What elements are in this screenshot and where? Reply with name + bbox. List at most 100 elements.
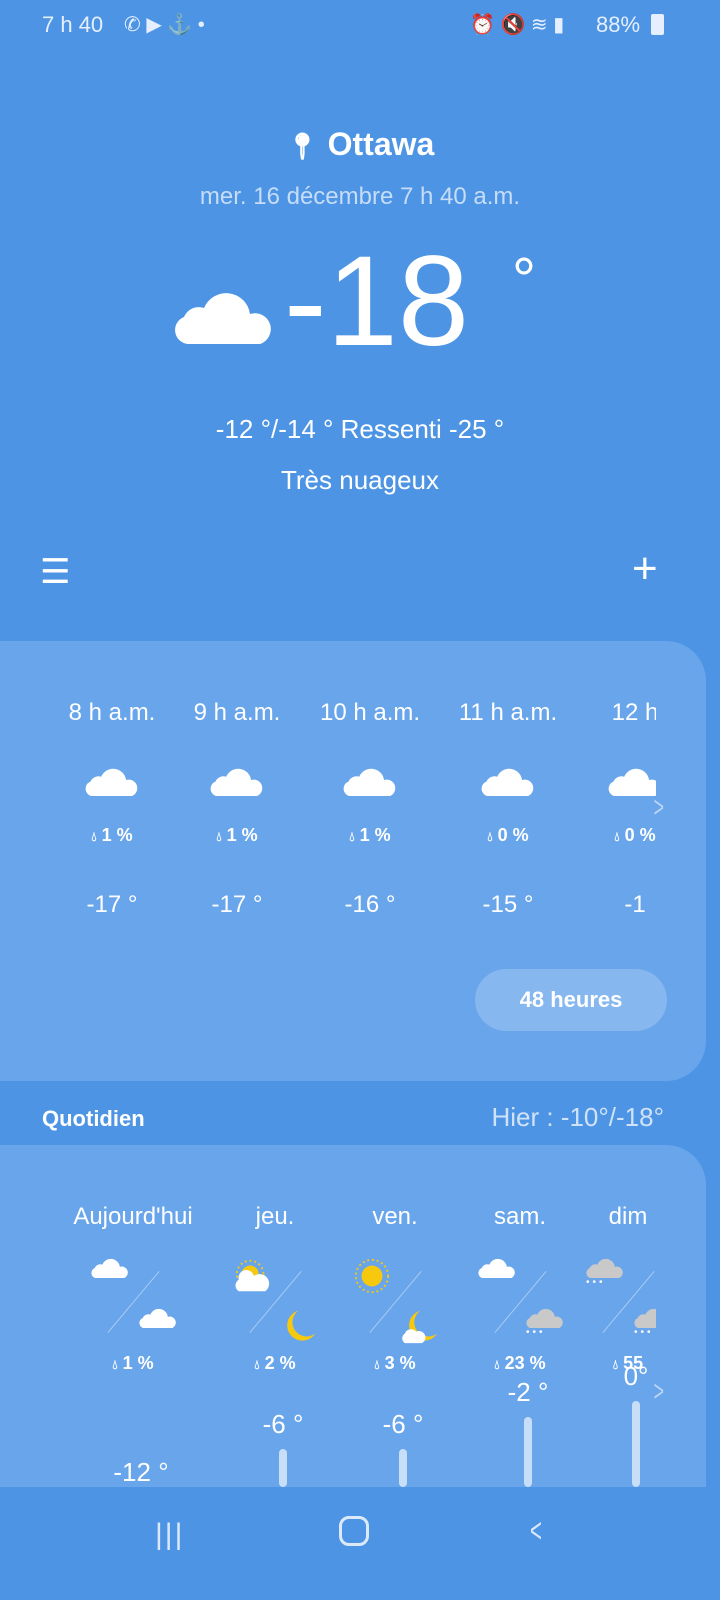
temp-bar: [279, 1449, 287, 1487]
cloud-icon: [481, 766, 535, 796]
day-icon: •••: [586, 1257, 624, 1288]
snow-icon: •••: [526, 1307, 564, 1338]
cloud-icon: [478, 1257, 516, 1278]
battery-level: 88%: [596, 12, 641, 37]
notification-icons: ✆ ▶ ⚓ •: [124, 14, 205, 36]
home-button[interactable]: [339, 1516, 369, 1546]
night-icon: [401, 1307, 439, 1350]
cloud-icon: [343, 766, 397, 796]
day-icon: [91, 1257, 129, 1283]
night-icon: [139, 1307, 177, 1333]
cloud-icon: [608, 766, 656, 796]
date-time: mer. 16 décembre 7 h 40 a.m.: [199, 183, 521, 210]
system-icons: ⏰ 🔇 ≋ ▮: [470, 14, 565, 36]
chevron-right-icon[interactable]: >: [654, 791, 665, 825]
drop-icon: 💧︎: [216, 829, 222, 844]
chevron-right-icon[interactable]: >: [654, 1375, 665, 1409]
day-icon: [353, 1257, 391, 1300]
hourly-icon: [172, 766, 302, 801]
menu-icon[interactable]: ☰: [40, 552, 70, 592]
sun-icon: [354, 1258, 390, 1294]
hourly-icon: [47, 766, 177, 801]
day-icon: [233, 1257, 271, 1300]
condition: Très nuageux: [280, 465, 440, 495]
48-hours-button[interactable]: 48 heures: [475, 969, 667, 1031]
status-time: 7 h 40: [42, 12, 104, 37]
hourly-temp: -17 °: [211, 891, 263, 918]
plus-icon[interactable]: +: [632, 544, 658, 594]
cloud-icon: [174, 288, 274, 344]
hourly-time: 12 h: [611, 699, 656, 726]
hourly-temp: -16 °: [344, 891, 396, 918]
partly-sunny-icon: [235, 1259, 270, 1292]
hourly-time: 10 h a.m.: [319, 699, 421, 726]
hourly-precip: 💧︎ 1 %: [305, 825, 435, 846]
hourly-precip: 💧︎ 1 %: [172, 825, 302, 846]
yesterday-temps: Hier : -10°/-18°: [491, 1102, 664, 1132]
daily-precip: 💧︎ 3 %: [325, 1353, 465, 1374]
snow-icon: •••: [586, 1257, 624, 1288]
drop-icon: 💧︎: [614, 829, 620, 844]
night-icon: [281, 1307, 319, 1350]
daily-high: -6 °: [262, 1409, 304, 1439]
location[interactable]: 📍︎ Ottawa: [0, 126, 720, 163]
location-pin-icon: 📍︎: [285, 131, 319, 161]
cloud-icon: [139, 1307, 177, 1328]
daily-high: -12 °: [113, 1457, 169, 1487]
drop-icon: 💧︎: [487, 829, 493, 844]
hourly-icon: [305, 766, 435, 801]
hourly-icon: [570, 766, 656, 801]
cloud-icon: [91, 1257, 129, 1278]
temp-bar: [632, 1401, 640, 1487]
precip-value: 0 %: [497, 825, 529, 845]
precip-value: 1 %: [359, 825, 391, 845]
daily-day: ven.: [372, 1203, 418, 1230]
moon-cloud-icon: [402, 1310, 438, 1344]
cloud-icon: [85, 766, 139, 796]
hourly-card: 8 h a.m. 💧︎ 1 % -17 ° 9 h a.m. 💧︎ 1 % -1…: [0, 641, 706, 1081]
precip-value: 2 %: [264, 1353, 296, 1373]
drop-icon: 💧︎: [494, 1357, 500, 1372]
drop-icon: 💧︎: [349, 829, 355, 844]
recent-apps-button[interactable]: |||: [155, 1518, 184, 1552]
night-icon: •••: [526, 1307, 564, 1338]
hourly-icon: [443, 766, 573, 801]
drop-icon: 💧︎: [112, 1357, 118, 1372]
precip-value: 1 %: [101, 825, 133, 845]
hourly-temp: -15 °: [482, 891, 534, 918]
daily-card: Aujourd'hui 💧︎ 1 % -12 ° jeu. 💧︎ 2 % -6 …: [0, 1145, 706, 1487]
daily-precip: 💧︎ 2 %: [205, 1353, 345, 1374]
degree-symbol: °: [512, 246, 536, 313]
precip-value: 1 %: [122, 1353, 154, 1373]
battery-icon: [651, 14, 664, 35]
navigation-bar: ||| <: [0, 1490, 720, 1600]
hourly-time: 9 h a.m.: [193, 699, 281, 726]
temp-bar: [524, 1417, 532, 1487]
day-icon: [478, 1257, 516, 1283]
daily-high: 0°: [623, 1361, 649, 1391]
hourly-precip: 💧︎ 0 %: [570, 825, 656, 846]
temp-bar: [399, 1449, 407, 1487]
precip-value: 1 %: [226, 825, 258, 845]
cloud-icon: [210, 766, 264, 796]
hourly-precip: 💧︎ 0 %: [443, 825, 573, 846]
daily-list[interactable]: Aujourd'hui 💧︎ 1 % -12 ° jeu. 💧︎ 2 % -6 …: [0, 1145, 656, 1487]
drop-icon: 💧︎: [254, 1357, 260, 1372]
daily-day: Aujourd'hui: [73, 1203, 193, 1230]
daily-high: -6 °: [382, 1409, 424, 1439]
snow-icon: •••: [634, 1307, 656, 1338]
current-temp-value: -18: [284, 230, 469, 373]
hourly-precip: 💧︎ 1 %: [47, 825, 177, 846]
daily-precip: 💧︎ 1 %: [63, 1353, 203, 1374]
drop-icon: 💧︎: [91, 829, 97, 844]
hourly-time: 11 h a.m.: [458, 699, 558, 726]
daily-day: jeu.: [255, 1203, 295, 1230]
daily-title: Quotidien: [42, 1106, 145, 1131]
hi-lo-feels-like: -12 °/-14 ° Ressenti -25 °: [215, 414, 505, 444]
snow-cloud-icon: [586, 1257, 624, 1278]
moon-icon: [287, 1310, 316, 1341]
precip-value: 0 %: [624, 825, 656, 845]
drop-icon: 💧︎: [374, 1357, 380, 1372]
night-icon: •••: [634, 1307, 656, 1338]
back-button[interactable]: <: [530, 1512, 542, 1551]
